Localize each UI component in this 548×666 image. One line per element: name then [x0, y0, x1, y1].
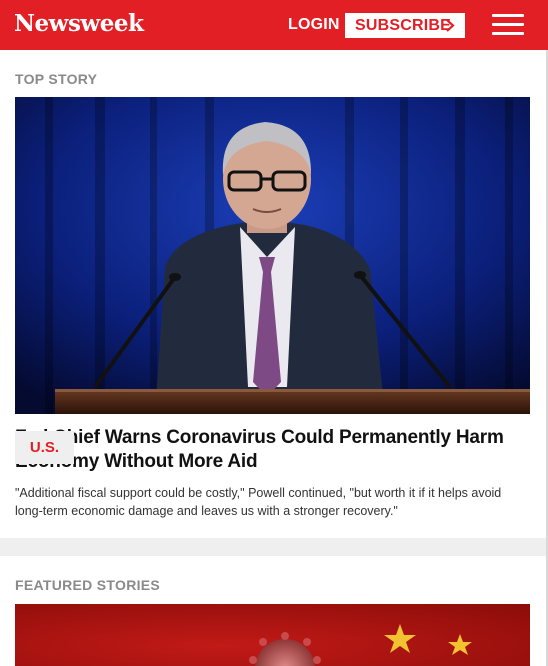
- section-label-top-story: TOP STORY: [15, 71, 98, 87]
- category-tag[interactable]: U.S.: [15, 431, 74, 464]
- top-story-headline[interactable]: Fed Chief Warns Coronavirus Could Perman…: [15, 426, 525, 474]
- subscribe-button[interactable]: SUBSCRIBE: [345, 13, 465, 38]
- chevron-right-icon: [446, 19, 455, 32]
- newsweek-logo[interactable]: Newsweek: [14, 9, 144, 39]
- top-story-image[interactable]: [15, 97, 530, 414]
- flag-virus-photo: [15, 604, 530, 666]
- speaker-at-podium-photo: [15, 97, 530, 414]
- top-story-summary: "Additional fiscal support could be cost…: [15, 486, 502, 518]
- featured-stories-card: FEATURED STORIES: [0, 556, 546, 666]
- section-label-featured-stories: FEATURED STORIES: [15, 577, 161, 593]
- menu-icon[interactable]: [492, 14, 524, 36]
- login-link[interactable]: LOGIN: [288, 14, 340, 36]
- subscribe-label: SUBSCRIBE: [355, 17, 452, 34]
- featured-story-image[interactable]: [15, 604, 530, 666]
- site-header: Newsweek LOGIN SUBSCRIBE: [0, 0, 548, 50]
- top-story-card: TOP STORY U.S. Fed Chief Warns Coronavir…: [0, 50, 546, 538]
- page: Newsweek LOGIN SUBSCRIBE TOP STORY U.S. …: [0, 0, 548, 666]
